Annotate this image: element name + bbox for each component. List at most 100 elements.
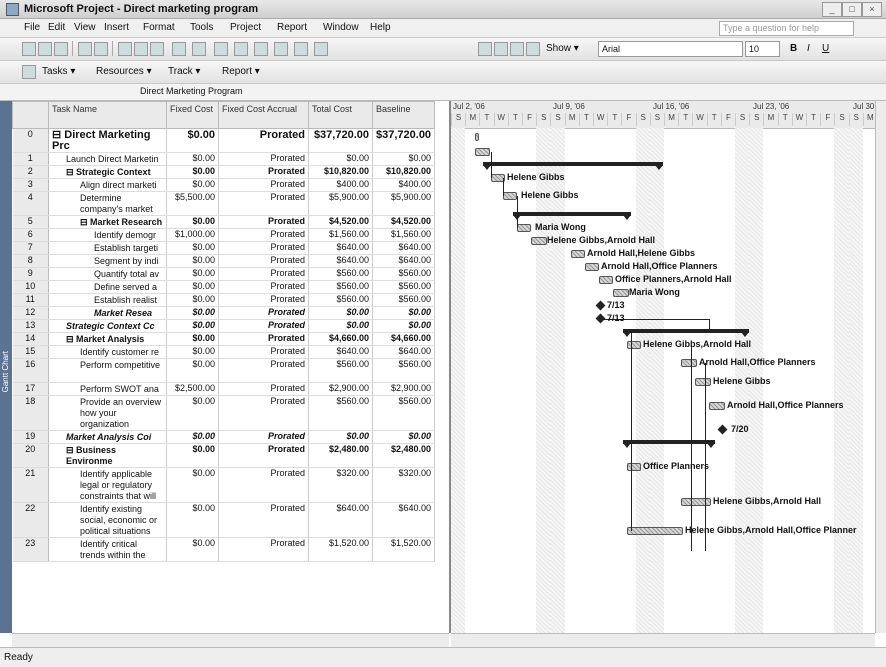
task-id[interactable]: 12 xyxy=(12,306,49,320)
fixed-cost[interactable]: $2,500.00 xyxy=(166,382,219,396)
baseline-cost[interactable]: $1,520.00 xyxy=(372,537,436,562)
menu-report[interactable]: Report xyxy=(277,22,307,33)
gantt-horizontal-scrollbar[interactable] xyxy=(451,633,875,647)
task-id[interactable]: 16 xyxy=(12,358,49,383)
task-row[interactable]: 4 Determine company's market $5,500.00 Pror… xyxy=(12,191,436,216)
task-bar[interactable] xyxy=(531,236,547,245)
task-id[interactable]: 7 xyxy=(12,241,49,255)
fixed-cost-accrual[interactable]: Prorated xyxy=(218,345,309,359)
baseline-cost[interactable]: $560.00 xyxy=(372,280,436,294)
total-cost[interactable]: $1,520.00 xyxy=(308,537,373,562)
fixed-cost-accrual[interactable]: Prorated xyxy=(218,254,309,268)
task-row[interactable]: 23 Identify critical trends within the $0.… xyxy=(12,537,436,562)
task-id[interactable]: 17 xyxy=(12,382,49,396)
fixed-cost[interactable]: $0.00 xyxy=(166,306,219,320)
collapse-toggle-icon[interactable]: ⊟ xyxy=(66,445,76,455)
task-name[interactable]: Quantify total av xyxy=(48,267,167,281)
menu-view[interactable]: View xyxy=(74,22,96,33)
task-row[interactable]: 10 Define served a $0.00 Prorated $560.00 $56… xyxy=(12,280,436,294)
summary-bar[interactable] xyxy=(513,211,631,220)
fixed-cost[interactable]: $0.00 xyxy=(166,128,219,153)
paste-icon[interactable] xyxy=(150,42,164,56)
fixed-cost-accrual[interactable]: Prorated xyxy=(218,165,309,179)
fixed-cost-accrual[interactable]: Prorated xyxy=(218,537,309,562)
baseline-cost[interactable]: $0.00 xyxy=(372,306,436,320)
total-cost[interactable]: $4,520.00 xyxy=(308,215,373,229)
fixed-cost[interactable]: $0.00 xyxy=(166,430,219,444)
font-select[interactable]: Arial xyxy=(598,41,743,57)
task-id[interactable]: 5 xyxy=(12,215,49,229)
task-row[interactable]: 13 Strategic Context Cc $0.00 Prorated $0.00… xyxy=(12,319,436,333)
total-cost[interactable]: $37,720.00 xyxy=(308,128,373,153)
print-icon[interactable] xyxy=(78,42,92,56)
menu-project[interactable]: Project xyxy=(230,22,261,33)
collapse-toggle-icon[interactable]: ⊟ xyxy=(66,334,76,344)
baseline-cost[interactable]: $2,900.00 xyxy=(372,382,436,396)
task-row[interactable]: 16 Perform competitive $0.00 Prorated $560.0… xyxy=(12,358,436,383)
fixed-cost-accrual[interactable]: Prorated xyxy=(218,332,309,346)
fixed-cost-accrual[interactable]: Prorated xyxy=(218,382,309,396)
fixed-cost-accrual[interactable]: Prorated xyxy=(218,358,309,383)
task-bar[interactable] xyxy=(475,147,490,156)
task-id[interactable]: 1 xyxy=(12,152,49,166)
total-cost[interactable]: $400.00 xyxy=(308,178,373,192)
task-bar[interactable] xyxy=(627,527,683,535)
baseline-cost[interactable]: $0.00 xyxy=(372,430,436,444)
total-cost[interactable]: $560.00 xyxy=(308,293,373,307)
task-name[interactable]: ⊟ Direct Marketing Prc xyxy=(48,128,167,153)
total-cost[interactable]: $640.00 xyxy=(308,254,373,268)
fixed-cost[interactable]: $1,000.00 xyxy=(166,228,219,242)
total-cost[interactable]: $560.00 xyxy=(308,358,373,383)
unlink-tasks-icon[interactable] xyxy=(254,42,268,56)
total-cost[interactable]: $0.00 xyxy=(308,306,373,320)
fixed-cost[interactable]: $0.00 xyxy=(166,267,219,281)
total-cost[interactable]: $560.00 xyxy=(308,267,373,281)
task-bar[interactable] xyxy=(695,377,711,386)
total-cost[interactable]: $640.00 xyxy=(308,241,373,255)
menu-help[interactable]: Help xyxy=(370,22,391,33)
total-cost[interactable]: $320.00 xyxy=(308,467,373,503)
dependency-link[interactable] xyxy=(491,151,492,178)
task-id[interactable]: 20 xyxy=(12,443,49,468)
fixed-cost[interactable]: $0.00 xyxy=(166,443,219,468)
dependency-link[interactable] xyxy=(691,344,692,551)
task-bar[interactable] xyxy=(681,497,711,506)
fixed-cost[interactable]: $0.00 xyxy=(166,178,219,192)
total-cost[interactable]: $0.00 xyxy=(308,430,373,444)
task-name[interactable]: Identify demogr xyxy=(48,228,167,242)
dependency-link[interactable] xyxy=(709,318,710,332)
total-cost[interactable]: $1,560.00 xyxy=(308,228,373,242)
show-dropdown[interactable]: Show ▾ xyxy=(546,43,579,54)
fixed-cost[interactable]: $0.00 xyxy=(166,254,219,268)
task-row[interactable]: 19 Market Analysis Coi $0.00 Prorated $0.00 $… xyxy=(12,430,436,444)
task-row[interactable]: 5 ⊟ Market Research $0.00 Prorated $4,520.00… xyxy=(12,215,436,229)
fixed-cost-accrual[interactable]: Prorated xyxy=(218,215,309,229)
baseline-cost[interactable]: $560.00 xyxy=(372,293,436,307)
menu-insert[interactable]: Insert xyxy=(104,22,129,33)
fixed-cost[interactable]: $0.00 xyxy=(166,280,219,294)
zoom-out-icon[interactable] xyxy=(526,42,540,56)
task-id[interactable]: 11 xyxy=(12,293,49,307)
dependency-link[interactable] xyxy=(503,177,504,196)
fixed-cost-accrual[interactable]: Prorated xyxy=(218,319,309,333)
menu-file[interactable]: File xyxy=(24,22,40,33)
task-row[interactable]: 0 ⊟ Direct Marketing Prc $0.00 Prorated $37,… xyxy=(12,128,436,153)
fixed-cost[interactable]: $0.00 xyxy=(166,165,219,179)
task-row[interactable]: 1 Launch Direct Marketin $0.00 Prorated $0.0… xyxy=(12,152,436,166)
menu-edit[interactable]: Edit xyxy=(48,22,65,33)
total-cost[interactable]: $560.00 xyxy=(308,395,373,431)
task-info-icon[interactable] xyxy=(294,42,308,56)
menu-format[interactable]: Format xyxy=(143,22,175,33)
redo-icon[interactable] xyxy=(192,42,206,56)
task-id[interactable]: 8 xyxy=(12,254,49,268)
scroll-right-icon[interactable] xyxy=(494,42,508,56)
sheet-horizontal-scrollbar[interactable] xyxy=(12,633,449,647)
total-cost[interactable]: $10,820.00 xyxy=(308,165,373,179)
view-bar-label[interactable]: Gantt Chart xyxy=(1,351,10,392)
report-dropdown[interactable]: Report ▾ xyxy=(222,66,260,77)
fixed-cost-accrual[interactable]: Prorated xyxy=(218,502,309,538)
undo-icon[interactable] xyxy=(172,42,186,56)
task-name[interactable]: Identify critical trends within the xyxy=(48,537,167,562)
task-id[interactable]: 3 xyxy=(12,178,49,192)
column-header-baseline[interactable]: Baseline xyxy=(371,101,436,129)
